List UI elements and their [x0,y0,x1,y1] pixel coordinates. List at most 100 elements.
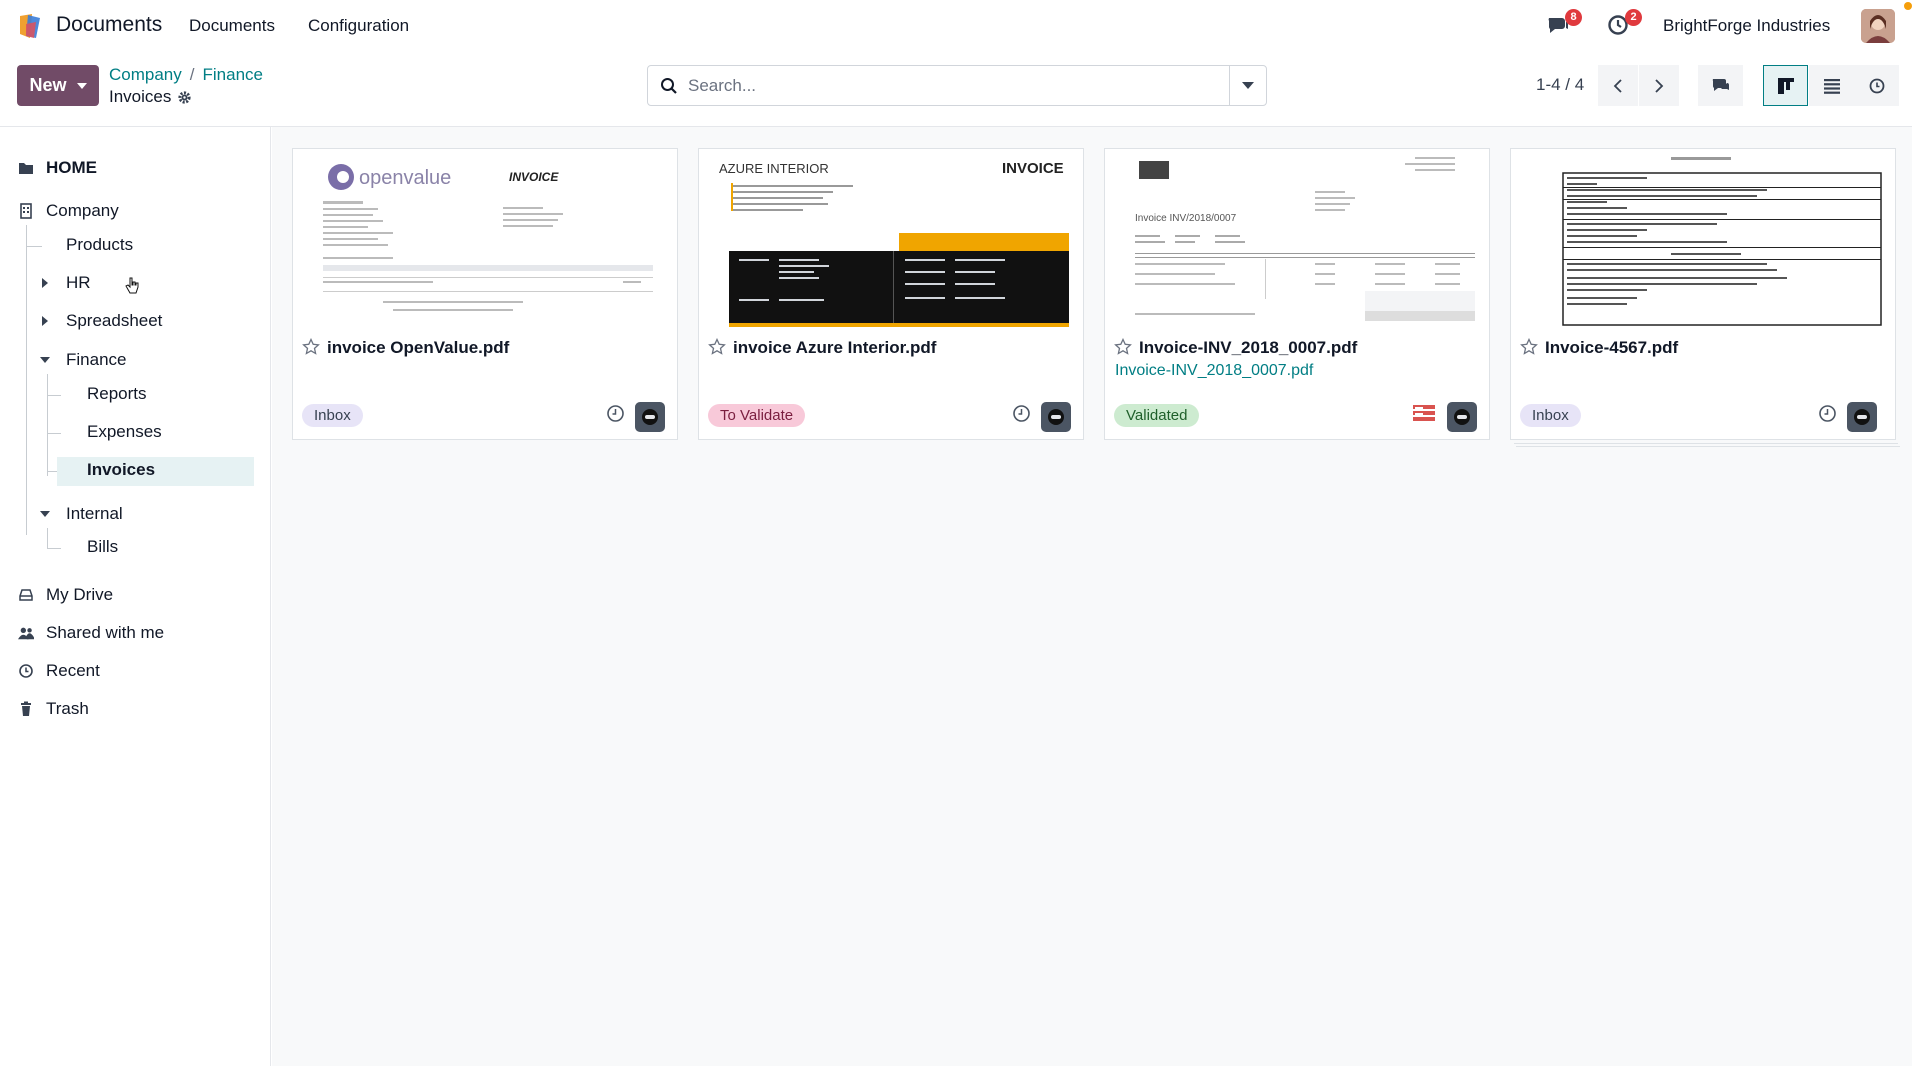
document-name[interactable]: invoice Azure Interior.pdf [733,338,936,358]
sidebar-item-label: My Drive [46,585,114,604]
sidebar-item-invoices[interactable]: Invoices [87,460,155,480]
document-name[interactable]: invoice OpenValue.pdf [327,338,509,358]
company-switcher[interactable]: BrightForge Industries [1663,16,1830,36]
documents-app-icon[interactable] [16,12,44,40]
owner-avatar[interactable] [1847,402,1877,432]
search-options-toggle[interactable] [1229,66,1266,105]
top-navbar: Documents Documents Configuration 8 2 Br… [0,0,1912,54]
caret-right-icon[interactable] [42,316,48,326]
sidebar-item-label: Bills [87,537,119,556]
current-folder-name: Invoices [109,87,172,106]
search-input[interactable] [688,75,1228,96]
tree-guide [47,374,48,476]
activity-view-button[interactable] [1854,65,1899,106]
menu-documents[interactable]: Documents [189,16,275,36]
sidebar-item-expenses[interactable]: Expenses [87,422,162,442]
sidebar-item-bills[interactable]: Bills [87,537,118,557]
owner-avatar[interactable] [1447,402,1477,432]
document-card[interactable]: Invoice-4567.pdf Inbox [1510,148,1896,440]
sidebar-item-label: HR [66,273,91,292]
chevron-left-icon [1613,78,1622,93]
bot-avatar-icon [642,409,658,425]
star-icon[interactable] [1520,338,1538,356]
sidebar-item-trash[interactable]: Trash [18,699,89,719]
activity-menu[interactable]: 2 [1606,9,1642,39]
sidebar-item-internal[interactable]: Internal [40,504,123,524]
document-thumbnail[interactable]: AZURE INTERIOR INVOICE [709,151,1073,329]
new-button[interactable]: New [17,65,99,106]
tag-badge: Validated [1114,404,1200,427]
document-thumbnail[interactable]: Invoice INV/2018/0007 [1115,151,1479,329]
sidebar-item-label: Company [46,201,119,220]
owner-avatar[interactable] [1041,402,1071,432]
breadcrumb-company[interactable]: Company [109,65,182,84]
owner-avatar[interactable] [635,402,665,432]
chevron-right-icon [1655,78,1664,93]
app-name[interactable]: Documents [56,13,162,37]
document-card[interactable]: openvalue INVOICE invoice OpenValue.pdf … [292,148,678,440]
linked-record[interactable]: Invoice-INV_2018_0007.pdf [1115,362,1313,380]
messages-badge: 8 [1565,9,1582,26]
caret-down-icon[interactable] [40,357,50,363]
caret-down-icon[interactable] [40,511,50,517]
sidebar-item-label: Finance [66,350,127,369]
sidebar-item-shared[interactable]: Shared with me [18,623,164,643]
chatter-toggle-button[interactable] [1698,65,1743,106]
sidebar-item-spreadsheet[interactable]: Spreadsheet [42,311,162,331]
gear-icon[interactable] [177,90,192,105]
activity-clock-icon[interactable] [1012,404,1031,423]
sidebar-item-label: Trash [46,699,89,718]
star-icon[interactable] [1114,338,1132,356]
tag-badge: Inbox [1520,404,1581,427]
star-icon[interactable] [708,338,726,356]
document-card[interactable]: AZURE INTERIOR INVOICE invoice Azure Int… [698,148,1084,440]
building-icon [20,203,32,219]
sidebar-item-label: Recent [46,661,100,680]
bot-avatar-icon [1454,409,1470,425]
sidebar-item-my-drive[interactable]: My Drive [18,585,113,605]
thumb-brand: openvalue [359,167,451,189]
document-thumbnail[interactable] [1521,151,1885,329]
caret-right-icon[interactable] [42,278,48,288]
messaging-menu[interactable]: 8 [1546,9,1582,39]
activity-clock-icon[interactable] [1818,404,1837,423]
overdue-activity-icon[interactable] [1412,403,1436,423]
document-thumbnail[interactable]: openvalue INVOICE [303,151,667,329]
pager-value[interactable]: 1-4 / 4 [1536,75,1584,95]
list-view-button[interactable] [1809,65,1854,106]
invoice-preview-image: AZURE INTERIOR INVOICE [719,160,1069,327]
sidebar-item-products[interactable]: Products [66,235,133,255]
tree-guide [26,225,27,535]
clock-icon [1869,78,1884,93]
pager-previous-button[interactable] [1598,65,1638,106]
star-icon[interactable] [302,338,320,356]
sidebar-item-home[interactable]: HOME [18,158,97,178]
document-name[interactable]: Invoice-INV_2018_0007.pdf [1139,338,1357,358]
activities-badge: 2 [1625,9,1642,26]
list-icon [1823,78,1840,94]
tree-guide [26,246,42,247]
document-name[interactable]: Invoice-4567.pdf [1545,338,1678,358]
user-portrait-icon [1861,9,1895,43]
sidebar-item-hr[interactable]: HR [42,273,91,293]
breadcrumb-finance[interactable]: Finance [203,65,263,84]
kanban-view-button[interactable] [1763,65,1808,106]
search-icon [661,77,677,94]
clock-icon [19,664,33,678]
folder-icon [19,163,33,174]
document-card[interactable]: Invoice INV/2018/0007 Invoice-INV_2018_0… [1104,148,1490,440]
pager-next-button[interactable] [1639,65,1679,106]
sidebar-item-company[interactable]: Company [18,201,119,221]
user-avatar[interactable] [1861,9,1895,43]
sidebar-item-finance[interactable]: Finance [40,350,126,370]
kanban-icon [1777,77,1794,94]
sidebar-item-reports[interactable]: Reports [87,384,147,404]
sidebar-item-label: Shared with me [46,623,165,642]
menu-configuration[interactable]: Configuration [308,16,409,36]
activity-clock-icon[interactable] [606,404,625,423]
sidebar-item-label: HOME [46,158,97,177]
sidebar-item-recent[interactable]: Recent [18,661,100,681]
tag-badge: To Validate [708,404,806,427]
search-bar[interactable] [647,65,1267,106]
current-folder: Invoices [109,87,192,107]
